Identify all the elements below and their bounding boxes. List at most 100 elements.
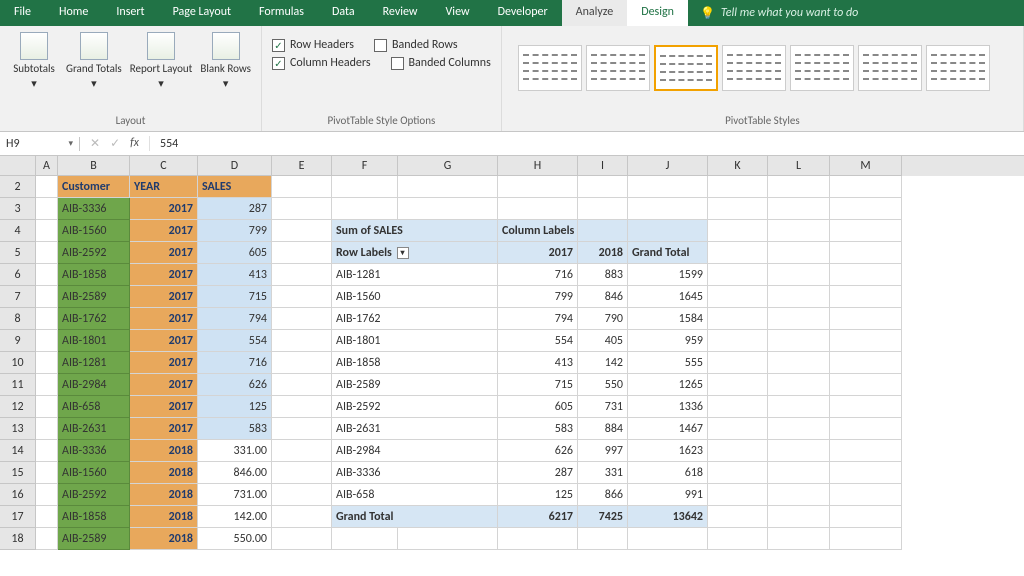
cell[interactable]: AIB-2592 <box>58 484 130 506</box>
cell[interactable]: 1467 <box>628 418 708 440</box>
cell[interactable] <box>708 220 768 242</box>
row-header[interactable]: 6 <box>0 264 36 286</box>
cell[interactable] <box>272 418 332 440</box>
cell[interactable]: AIB-1281 <box>332 264 498 286</box>
cell[interactable]: 790 <box>578 308 628 330</box>
cell[interactable] <box>768 220 830 242</box>
column-header[interactable]: I <box>578 156 628 176</box>
cell[interactable]: 991 <box>628 484 708 506</box>
column-headers-checkbox[interactable]: ✓Column Headers <box>272 56 371 70</box>
cell[interactable]: 555 <box>628 352 708 374</box>
tab-page-layout[interactable]: Page Layout <box>159 0 245 26</box>
cell[interactable] <box>768 198 830 220</box>
cell[interactable]: 716 <box>498 264 578 286</box>
cell[interactable] <box>708 418 768 440</box>
cell[interactable] <box>830 396 902 418</box>
row-header[interactable]: 18 <box>0 528 36 550</box>
cell[interactable] <box>830 528 902 550</box>
cell[interactable] <box>36 462 58 484</box>
cell[interactable] <box>708 374 768 396</box>
cell[interactable]: 583 <box>198 418 272 440</box>
cell[interactable]: 287 <box>198 198 272 220</box>
cell[interactable]: 125 <box>498 484 578 506</box>
cell[interactable]: 125 <box>198 396 272 418</box>
cell[interactable]: AIB-3336 <box>58 198 130 220</box>
cell[interactable] <box>768 462 830 484</box>
column-header[interactable]: E <box>272 156 332 176</box>
cell[interactable]: AIB-2631 <box>58 418 130 440</box>
cell[interactable] <box>768 506 830 528</box>
column-header[interactable]: F <box>332 156 398 176</box>
cell[interactable]: AIB-2631 <box>332 418 498 440</box>
column-header[interactable]: J <box>628 156 708 176</box>
cell[interactable]: AIB-1560 <box>58 220 130 242</box>
cell[interactable] <box>36 396 58 418</box>
cell[interactable]: 2017 <box>130 418 198 440</box>
cell[interactable]: 2018 <box>578 242 628 264</box>
cell[interactable] <box>272 462 332 484</box>
cell[interactable]: 13642 <box>628 506 708 528</box>
cell[interactable]: SALES <box>198 176 272 198</box>
cell[interactable] <box>398 198 498 220</box>
cell[interactable] <box>36 352 58 374</box>
cell[interactable] <box>708 440 768 462</box>
cell[interactable] <box>628 220 708 242</box>
cell[interactable] <box>708 330 768 352</box>
cell[interactable]: 2018 <box>130 528 198 550</box>
cell[interactable]: 583 <box>498 418 578 440</box>
column-header[interactable]: D <box>198 156 272 176</box>
cell[interactable] <box>36 198 58 220</box>
cell[interactable] <box>768 374 830 396</box>
row-header[interactable]: 12 <box>0 396 36 418</box>
cell[interactable]: 6217 <box>498 506 578 528</box>
cell[interactable] <box>272 264 332 286</box>
cell[interactable] <box>768 484 830 506</box>
cell[interactable] <box>332 198 398 220</box>
cell[interactable] <box>830 286 902 308</box>
cell[interactable]: 1584 <box>628 308 708 330</box>
formula-input[interactable]: 554 <box>150 137 178 151</box>
column-header[interactable]: B <box>58 156 130 176</box>
cell[interactable] <box>272 374 332 396</box>
cell[interactable] <box>36 264 58 286</box>
banded-rows-checkbox[interactable]: Banded Rows <box>374 38 458 52</box>
cell[interactable] <box>36 286 58 308</box>
cell[interactable] <box>578 220 628 242</box>
cell[interactable]: 413 <box>198 264 272 286</box>
cell[interactable] <box>768 440 830 462</box>
cell[interactable]: AIB-1762 <box>58 308 130 330</box>
cell[interactable]: 731 <box>578 396 628 418</box>
row-header[interactable]: 14 <box>0 440 36 462</box>
row-header[interactable]: 10 <box>0 352 36 374</box>
cell[interactable]: AIB-1801 <box>58 330 130 352</box>
cell[interactable] <box>332 528 398 550</box>
cell[interactable] <box>272 440 332 462</box>
cell[interactable]: 2017 <box>130 308 198 330</box>
cell[interactable]: 2017 <box>130 352 198 374</box>
cell[interactable]: 626 <box>498 440 578 462</box>
cell[interactable] <box>398 528 498 550</box>
cell[interactable] <box>830 176 902 198</box>
cell[interactable] <box>628 176 708 198</box>
row-header[interactable]: 16 <box>0 484 36 506</box>
tab-data[interactable]: Data <box>318 0 369 26</box>
report-layout-button[interactable]: Report Layout▾ <box>130 30 193 106</box>
cell[interactable]: 846.00 <box>198 462 272 484</box>
cell[interactable] <box>768 286 830 308</box>
styles-gallery[interactable] <box>512 30 1013 106</box>
cell[interactable]: 2017 <box>130 220 198 242</box>
column-header[interactable]: C <box>130 156 198 176</box>
cell[interactable] <box>708 264 768 286</box>
cell[interactable] <box>272 286 332 308</box>
cell[interactable]: 1265 <box>628 374 708 396</box>
cell[interactable]: 142.00 <box>198 506 272 528</box>
cell[interactable]: AIB-1560 <box>58 462 130 484</box>
cell[interactable]: YEAR <box>130 176 198 198</box>
tab-review[interactable]: Review <box>369 0 432 26</box>
row-header[interactable]: 7 <box>0 286 36 308</box>
cell[interactable]: Sum of SALES <box>332 220 498 242</box>
cell[interactable] <box>830 374 902 396</box>
cell[interactable] <box>708 352 768 374</box>
cell[interactable]: 142 <box>578 352 628 374</box>
name-box[interactable]: H9▾ <box>0 137 80 151</box>
